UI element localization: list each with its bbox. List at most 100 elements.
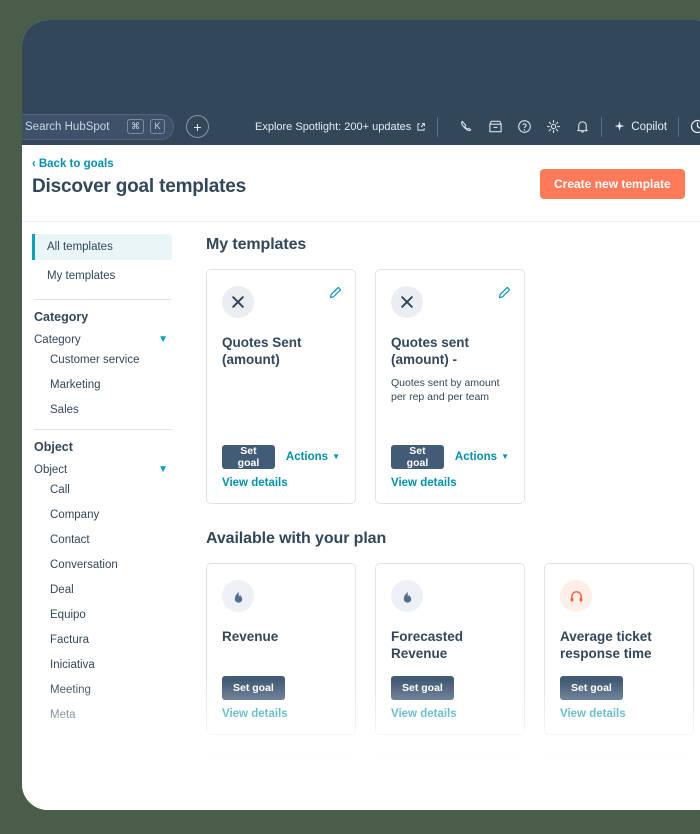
sidebar-category-marketing[interactable]: Marketing [50, 379, 172, 391]
sidebar-item-all-templates[interactable]: All templates [32, 234, 172, 260]
settings-icon[interactable] [546, 119, 561, 134]
actions-dropdown-button[interactable]: Actions ▼ [286, 451, 340, 463]
template-card[interactable]: Forecasted Revenue Set goal View details [375, 563, 525, 735]
search-input[interactable]: Search HubSpot ⌘ K [22, 113, 174, 140]
sidebar-category-sales[interactable]: Sales [50, 404, 172, 416]
sidebar-object-equipo[interactable]: Equipo [50, 609, 172, 621]
template-card-description: Quotes sent by amount per rep and per te… [391, 376, 500, 404]
sidebar-item-label: All templates [47, 241, 113, 253]
sidebar-object-contact[interactable]: Contact [50, 534, 172, 546]
chevron-left-icon: ‹ [32, 158, 36, 170]
sidebar-object-meta[interactable]: Meta [50, 709, 172, 721]
sidebar-heading-category: Category [34, 310, 89, 324]
sidebar-object-factura[interactable]: Factura [50, 634, 172, 646]
card-spacer [391, 411, 509, 445]
create-new-template-button[interactable]: Create new template [540, 169, 685, 199]
copilot-label: Copilot [631, 120, 668, 133]
sidebar-divider [34, 299, 172, 300]
back-to-goals-link[interactable]: ‹ Back to goals [32, 158, 114, 170]
sparkle-icon [614, 121, 625, 131]
set-goal-button[interactable]: Set goal [560, 676, 623, 700]
template-card-title: Forecasted Revenue [391, 629, 464, 662]
top-navigation-bar: Search HubSpot ⌘ K + Explore Spotlight: … [22, 20, 700, 145]
set-goal-button[interactable]: Set goal [391, 676, 454, 700]
external-link-icon [417, 122, 426, 131]
page-header: ‹ Back to goals Discover goal templates … [22, 145, 700, 222]
add-button[interactable]: + [186, 115, 209, 138]
actions-label: Actions [454, 451, 498, 463]
template-card[interactable] [206, 754, 356, 810]
quote-icon [222, 286, 254, 318]
flame-icon [222, 580, 254, 612]
view-details-link[interactable]: View details [222, 477, 340, 489]
chevron-down-icon: ▼ [332, 452, 340, 461]
view-details-link[interactable]: View details [560, 708, 678, 720]
nav-divider [437, 116, 439, 137]
flame-icon [222, 771, 254, 803]
template-card-actions: Set goal [560, 676, 678, 700]
flame-icon [391, 580, 423, 612]
actions-dropdown-button[interactable]: Actions ▼ [455, 451, 509, 463]
notifications-icon[interactable] [575, 119, 590, 134]
top-navigation-row: Search HubSpot ⌘ K + Explore Spotlight: … [22, 108, 700, 145]
section-title-available-with-plan: Available with your plan [206, 530, 387, 547]
card-spacer [222, 652, 340, 676]
template-card[interactable]: Quotes sent (amount) - Quotes sent by am… [375, 269, 525, 504]
template-card[interactable]: Quotes Sent (amount) Set goal Actions ▼ … [206, 269, 356, 504]
phone-icon[interactable] [459, 119, 474, 134]
template-card[interactable] [544, 754, 694, 810]
sidebar-item-label: My templates [47, 270, 116, 282]
template-card-title: Average ticket response time [560, 629, 652, 662]
edit-pencil-icon[interactable] [498, 286, 511, 299]
sidebar-collapse-label: Category [34, 334, 81, 346]
next-row-card-grid [206, 754, 700, 810]
edit-pencil-icon[interactable] [329, 286, 342, 299]
template-card[interactable]: Revenue Set goal View details [206, 563, 356, 735]
spotlight-link[interactable]: Explore Spotlight: 200+ updates [255, 121, 426, 133]
template-card[interactable]: Average ticket response time Set goal Vi… [544, 563, 694, 735]
search-kbd-modifier: ⌘ [127, 119, 144, 134]
headset-icon [560, 580, 592, 612]
view-details-link[interactable]: View details [222, 708, 340, 720]
template-card-actions: Set goal [391, 676, 509, 700]
template-card-actions: Set goal Actions ▼ [222, 445, 340, 469]
set-goal-button[interactable]: Set goal [222, 676, 285, 700]
sidebar-object-iniciativa[interactable]: Iniciativa [50, 659, 172, 671]
sidebar-heading-object: Object [34, 440, 73, 454]
help-icon[interactable] [517, 119, 532, 134]
copilot-button[interactable]: Copilot [613, 120, 667, 133]
template-card[interactable] [375, 754, 525, 810]
set-goal-button[interactable]: Set goal [391, 445, 444, 469]
screenshot-stage: Search HubSpot ⌘ K + Explore Spotlight: … [0, 0, 700, 834]
view-details-link[interactable]: View details [391, 708, 509, 720]
sidebar-item-my-templates[interactable]: My templates [32, 263, 172, 289]
quote-icon [391, 286, 423, 318]
sidebar-object-meeting[interactable]: Meeting [50, 684, 172, 696]
sidebar-object-company[interactable]: Company [50, 509, 172, 521]
chevron-down-icon: ▼ [158, 464, 168, 475]
card-spacer [222, 376, 340, 445]
view-details-link[interactable]: View details [391, 477, 509, 489]
nav-icon-group [459, 119, 590, 134]
trial-indicator[interactable]: Tr [690, 119, 700, 134]
chevron-down-icon: ▼ [158, 334, 168, 345]
sidebar-object-deal[interactable]: Deal [50, 584, 172, 596]
template-card-title: Quotes sent (amount) - [391, 335, 470, 368]
template-card-title: Revenue [222, 629, 279, 644]
flame-icon [560, 771, 592, 803]
marketplace-icon[interactable] [488, 119, 503, 134]
page-title: Discover goal templates [32, 176, 246, 197]
sidebar-category-customer-service[interactable]: Customer service [50, 354, 172, 366]
chevron-down-icon: ▼ [501, 452, 509, 461]
sidebar-collapse-category[interactable]: Category ▼ [34, 334, 168, 346]
sidebar-object-call[interactable]: Call [50, 484, 172, 496]
template-card-actions: Set goal Actions ▼ [391, 445, 509, 469]
clock-icon [690, 119, 700, 134]
set-goal-button[interactable]: Set goal [222, 445, 275, 469]
flame-icon [391, 771, 423, 803]
sidebar-collapse-label: Object [34, 464, 68, 476]
search-placeholder: Search HubSpot [25, 120, 110, 133]
sidebar-collapse-object[interactable]: Object ▼ [34, 464, 168, 476]
sidebar-object-conversation[interactable]: Conversation [50, 559, 172, 571]
actions-label: Actions [285, 451, 329, 463]
